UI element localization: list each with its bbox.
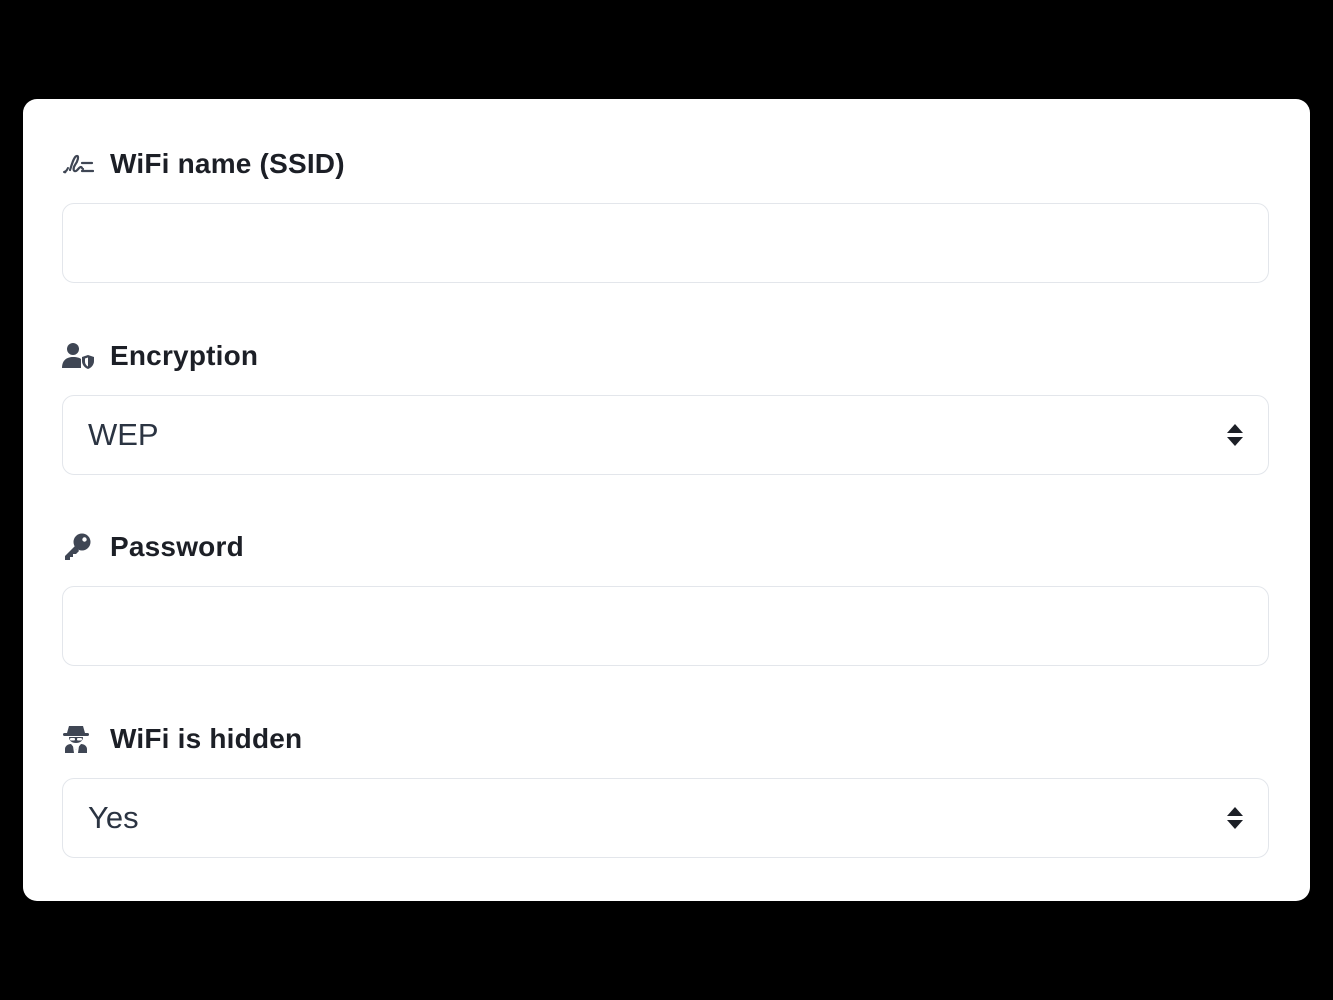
wifi-form-card: WiFi name (SSID) Encryption WEP Password… — [23, 99, 1310, 901]
ssid-input-wrapper — [62, 203, 1269, 283]
ssid-label-row: WiFi name (SSID) — [62, 147, 1269, 181]
hidden-label-row: WiFi is hidden — [62, 722, 1269, 756]
user-secret-icon — [62, 723, 94, 755]
encryption-selected-value: WEP — [88, 417, 159, 452]
password-input-wrapper — [62, 586, 1269, 666]
password-label: Password — [110, 531, 244, 562]
hidden-select[interactable]: Yes — [62, 778, 1269, 858]
encryption-field: Encryption WEP — [62, 339, 1269, 475]
sort-caret-icon — [1227, 807, 1243, 829]
encryption-label-row: Encryption — [62, 339, 1269, 373]
password-field: Password — [62, 530, 1269, 666]
password-label-row: Password — [62, 530, 1269, 564]
user-shield-icon — [62, 340, 94, 372]
signature-icon — [62, 148, 94, 180]
hidden-field: WiFi is hidden Yes — [62, 722, 1269, 858]
ssid-field: WiFi name (SSID) — [62, 147, 1269, 283]
encryption-label: Encryption — [110, 340, 259, 371]
hidden-label: WiFi is hidden — [110, 723, 303, 754]
ssid-input[interactable] — [63, 204, 1268, 282]
ssid-label: WiFi name (SSID) — [110, 148, 345, 179]
encryption-select[interactable]: WEP — [62, 395, 1269, 475]
key-icon — [62, 531, 94, 563]
sort-caret-icon — [1227, 424, 1243, 446]
password-input[interactable] — [63, 587, 1268, 665]
hidden-selected-value: Yes — [88, 800, 139, 835]
